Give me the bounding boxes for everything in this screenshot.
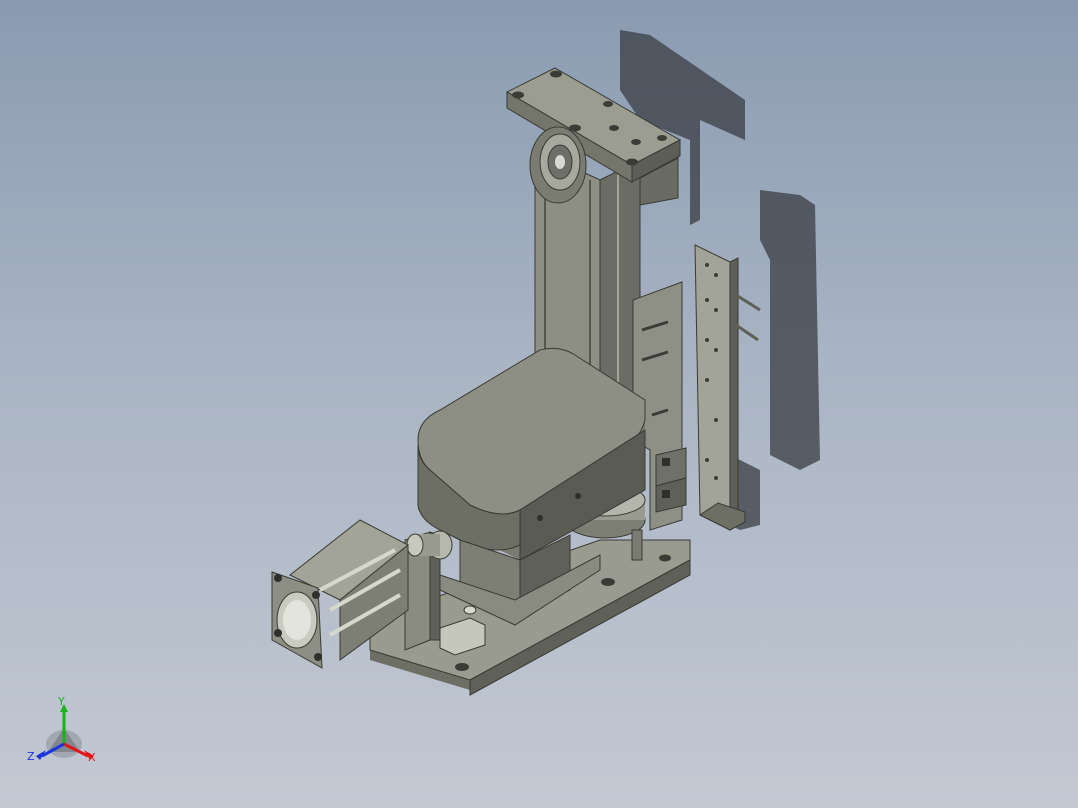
shaft-coupling [406,530,453,560]
z-axis-label: Z [27,750,35,763]
axis-triad: Y Z X [24,694,108,774]
y-axis-label: Y [58,695,65,708]
graphics-viewport[interactable]: Y Z X [0,0,1078,808]
sensor-block [655,447,687,513]
model-scene[interactable] [0,0,1078,808]
x-axis-label: X [88,751,96,764]
belt-pulley [529,126,587,204]
